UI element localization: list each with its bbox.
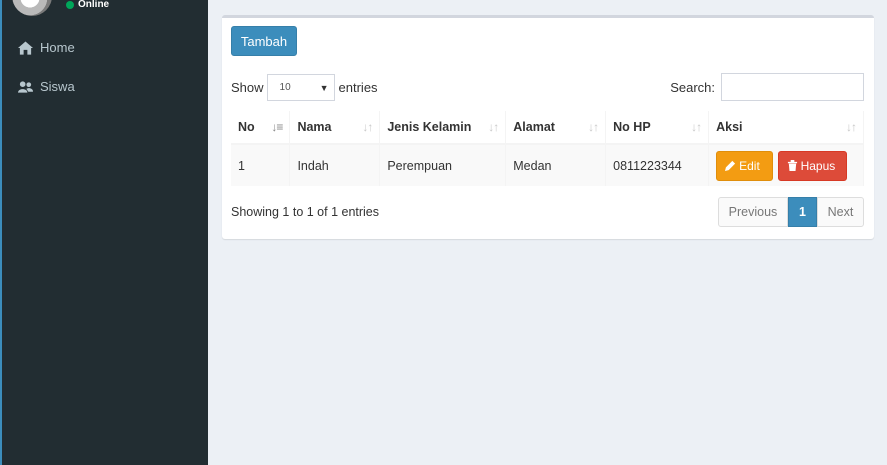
table-info: Showing 1 to 1 of 1 entries (231, 205, 380, 219)
search-label: Search: (670, 79, 715, 95)
page-length-value: 10 (279, 82, 291, 93)
caret-down-icon: ▼ (319, 82, 329, 93)
delete-button[interactable]: Hapus (777, 150, 847, 181)
cell-no-hp: 0811223344 (605, 144, 710, 186)
trash-icon (787, 160, 797, 171)
search-control: Search: (670, 73, 864, 101)
users-icon (18, 80, 33, 93)
column-header-nama[interactable]: Nama ↓↑ (289, 111, 381, 145)
add-button[interactable]: Tambah (231, 26, 297, 56)
edit-button-label: Edit (739, 158, 760, 173)
pencil-icon (725, 160, 736, 171)
sidebar: Online Home Siswa (0, 0, 208, 465)
previous-page-button[interactable]: Previous (718, 197, 788, 227)
page-length-control: Show 10 ▼ entries (231, 74, 378, 101)
page-1-button[interactable]: 1 (788, 197, 817, 227)
cell-no: 1 (231, 144, 291, 186)
data-table: No ↓≡ Nama ↓↑ Jenis Kelamin ↓↑ Alamat ↓↑ No … (231, 111, 864, 186)
pagination: Previous 1 Next (718, 197, 864, 227)
sort-icon: ↓↑ (488, 120, 499, 134)
edit-button[interactable]: Edit (716, 150, 774, 181)
table-header-row: No ↓≡ Nama ↓↑ Jenis Kelamin ↓↑ Alamat ↓↑ No … (231, 111, 864, 145)
sidebar-menu: Home Siswa (2, 28, 208, 106)
column-header-aksi[interactable]: Aksi ↓↑ (708, 111, 864, 145)
sidebar-item-home[interactable]: Home (2, 28, 208, 67)
online-status-dot-icon (66, 1, 74, 9)
next-page-button[interactable]: Next (817, 197, 864, 227)
page-length-select[interactable]: 10 ▼ (266, 74, 335, 101)
sidebar-item-label: Siswa (40, 79, 75, 94)
avatar (12, 0, 52, 16)
delete-button-label: Hapus (800, 158, 836, 173)
sort-icon: ↓↑ (362, 120, 373, 134)
entries-label: entries (338, 80, 378, 95)
column-header-jenis-kelamin[interactable]: Jenis Kelamin ↓↑ (379, 111, 507, 145)
home-icon (18, 40, 33, 55)
user-status-label: Online (78, 0, 110, 10)
cell-alamat: Medan (505, 144, 607, 186)
user-status: Online (66, 0, 109, 10)
cell-nama: Indah (289, 144, 381, 186)
column-header-no-hp[interactable]: No HP ↓↑ (605, 111, 710, 145)
sort-icon: ↓↑ (846, 120, 857, 134)
show-label: Show (231, 80, 264, 95)
sidebar-item-siswa[interactable]: Siswa (2, 67, 208, 106)
cell-aksi: Edit Hapus (708, 144, 864, 186)
search-input[interactable] (721, 73, 864, 101)
content-box: Tambah Show 10 ▼ entries Search: No ↓≡ Na… (222, 15, 874, 239)
sort-asc-icon: ↓≡ (271, 120, 283, 134)
sidebar-item-label: Home (40, 40, 75, 55)
table-row: 1 Indah Perempuan Medan 0811223344 Edit … (231, 144, 864, 186)
column-header-alamat[interactable]: Alamat ↓↑ (505, 111, 607, 145)
user-panel: Online (2, 0, 208, 22)
sort-icon: ↓↑ (588, 120, 599, 134)
cell-jenis-kelamin: Perempuan (379, 144, 507, 186)
column-header-no[interactable]: No ↓≡ (231, 111, 291, 145)
sort-icon: ↓↑ (691, 120, 702, 134)
